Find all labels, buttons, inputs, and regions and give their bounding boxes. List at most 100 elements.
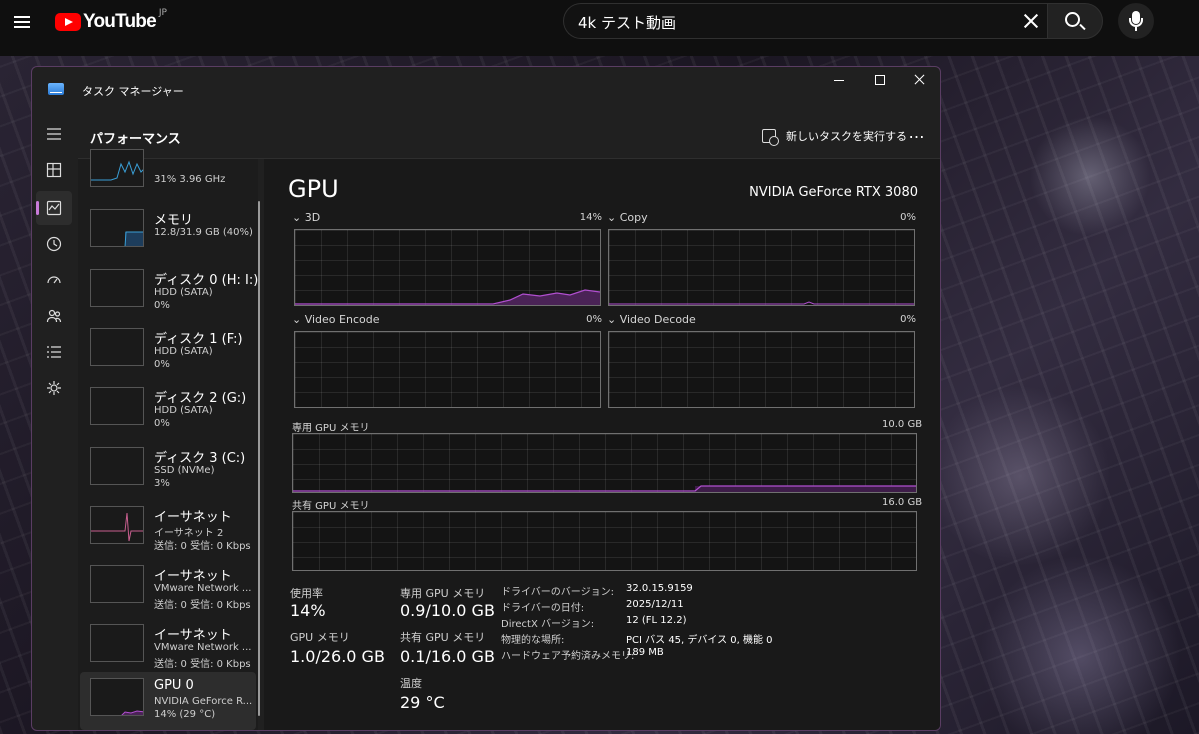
resource-name: イーサネット xyxy=(154,569,232,584)
more-options-button[interactable]: … xyxy=(904,125,930,146)
resource-usage: 送信: 0 受信: 0 Kbps xyxy=(154,659,251,670)
memory-thumbnail-graph xyxy=(90,209,144,247)
engine-dropdown-video-decode[interactable]: ⌄ Video Decode xyxy=(607,313,696,326)
resource-detail: VMware Network ... xyxy=(154,583,252,594)
resource-usage: 0% xyxy=(154,300,170,311)
navigation-rail xyxy=(32,113,78,730)
resource-detail: SSD (NVMe) xyxy=(154,465,215,476)
resource-detail: 31% 3.96 GHz xyxy=(154,174,226,185)
resource-list-scrollbar[interactable] xyxy=(258,201,260,716)
engine-percent: 0% xyxy=(900,314,916,325)
resource-item-ethernet-1[interactable]: イーサネット イーサネット 2 送信: 0 受信: 0 Kbps xyxy=(80,500,256,558)
startup-apps-icon xyxy=(47,276,61,284)
resource-usage: 0% xyxy=(154,418,170,429)
engine-dropdown-3d[interactable]: ⌄ 3D xyxy=(292,211,320,224)
resource-item-gpu-0[interactable]: GPU 0 NVIDIA GeForce R... 14% (29 °C) xyxy=(80,672,256,730)
resource-name: ディスク 3 (C:) xyxy=(154,451,246,466)
youtube-logo[interactable]: YouTube JP xyxy=(55,8,167,34)
search-button[interactable] xyxy=(1047,3,1103,39)
engine-percent: 0% xyxy=(586,314,602,325)
resource-item-disk-2[interactable]: ディスク 2 (G:) HDD (SATA) 0% xyxy=(80,381,256,439)
resource-item-disk-0[interactable]: ディスク 0 (H: I:) HDD (SATA) 0% xyxy=(80,263,259,321)
close-button[interactable] xyxy=(896,67,940,97)
engine-percent: 14% xyxy=(579,212,602,223)
search-icon xyxy=(1065,12,1080,27)
resource-item-memory[interactable]: メモリ 12.8/31.9 GB (40%) xyxy=(80,203,256,261)
resource-usage: 送信: 0 受信: 0 Kbps xyxy=(154,541,251,552)
shared-memory-label: 共有 GPU メモリ xyxy=(292,501,370,512)
resource-detail: NVIDIA GeForce R... xyxy=(154,696,253,707)
engine-dropdown-video-encode[interactable]: ⌄ Video Encode xyxy=(292,313,379,326)
search-input[interactable] xyxy=(578,12,998,32)
resource-item-ethernet-3[interactable]: イーサネット VMware Network ... 送信: 0 受信: 0 Kb… xyxy=(80,618,256,676)
resource-name: ディスク 0 (H: I:) xyxy=(154,273,259,288)
gpu-memory-value: 1.0/26.0 GB xyxy=(290,647,385,666)
resource-name: イーサネット xyxy=(154,510,232,525)
ethernet-thumbnail-graph xyxy=(90,624,144,662)
nav-processes[interactable] xyxy=(36,153,72,187)
hamburger-menu-button[interactable] xyxy=(36,117,72,151)
nav-startup-apps[interactable] xyxy=(36,263,72,297)
resource-item-disk-1[interactable]: ディスク 1 (F:) HDD (SATA) 0% xyxy=(80,322,256,380)
guide-menu-icon[interactable] xyxy=(10,10,34,34)
engine-label: 3D xyxy=(304,211,321,224)
performance-icon xyxy=(46,200,62,216)
run-new-task-label: 新しいタスクを実行する xyxy=(786,130,907,143)
voice-search-button[interactable] xyxy=(1118,3,1154,39)
driver-date-label: ドライバーの日付: xyxy=(501,603,585,614)
temperature-label: 温度 xyxy=(400,677,422,690)
gpu-memory-label: GPU メモリ xyxy=(290,631,350,644)
disk-thumbnail-graph xyxy=(90,328,144,366)
engine-graph-3d xyxy=(294,229,601,306)
driver-date-value: 2025/12/11 xyxy=(626,599,684,610)
gpu-model-name: NVIDIA GeForce RTX 3080 xyxy=(749,185,918,200)
resource-item-ethernet-2[interactable]: イーサネット VMware Network ... 送信: 0 受信: 0 Kb… xyxy=(80,559,256,617)
youtube-region-code: JP xyxy=(158,8,167,18)
nav-services[interactable] xyxy=(36,371,72,405)
app-history-icon xyxy=(46,236,62,252)
task-manager-window: タスク マネージャー パフォーマンス 新しいタスクを実行する … 31% 3.9… xyxy=(31,66,941,731)
engine-dropdown-copy[interactable]: ⌄ Copy xyxy=(607,211,648,224)
shared-memory-stat-value: 0.1/16.0 GB xyxy=(400,647,495,666)
shared-memory-max: 16.0 GB xyxy=(882,497,923,508)
resource-usage: 3% xyxy=(154,478,170,489)
resource-usage: 14% (29 °C) xyxy=(154,709,216,720)
nav-details[interactable] xyxy=(36,335,72,369)
engine-label: Copy xyxy=(619,211,648,224)
clear-search-icon[interactable] xyxy=(1018,9,1044,35)
users-icon xyxy=(46,309,62,323)
engine-percent: 0% xyxy=(900,212,916,223)
nav-app-history[interactable] xyxy=(36,227,72,261)
disk-thumbnail-graph xyxy=(90,447,144,485)
driver-version-value: 32.0.15.9159 xyxy=(626,583,693,594)
youtube-top-bar: YouTube JP xyxy=(0,0,1199,56)
shared-memory-stat-label: 共有 GPU メモリ xyxy=(400,631,486,644)
reserved-memory-value: 189 MB xyxy=(626,647,664,658)
hamburger-menu-icon xyxy=(47,128,61,140)
resource-item-disk-3[interactable]: ディスク 3 (C:) SSD (NVMe) 3% xyxy=(80,441,256,499)
reserved-memory-label: ハードウェア予約済みメモリ: xyxy=(501,651,635,662)
resource-detail: HDD (SATA) xyxy=(154,405,213,416)
resource-usage: 送信: 0 受信: 0 Kbps xyxy=(154,600,251,611)
engine-graph-video-decode xyxy=(608,331,915,408)
nav-users[interactable] xyxy=(36,299,72,333)
disk-thumbnail-graph xyxy=(90,387,144,425)
youtube-logo-text: YouTube xyxy=(83,11,157,32)
engine-graph-video-encode xyxy=(294,331,601,408)
directx-version-value: 12 (FL 12.2) xyxy=(626,615,687,626)
dedicated-memory-stat-value: 0.9/10.0 GB xyxy=(400,601,495,620)
search-box xyxy=(563,3,1047,39)
nav-performance[interactable] xyxy=(36,191,72,225)
shared-memory-graph xyxy=(292,511,917,571)
engine-graph-copy xyxy=(608,229,915,306)
cpu-thumbnail-graph xyxy=(90,149,144,187)
resource-item-cpu[interactable]: 31% 3.96 GHz xyxy=(80,143,256,201)
details-icon xyxy=(47,346,61,358)
resource-name: メモリ xyxy=(154,213,194,228)
run-new-task-button[interactable]: 新しいタスクを実行する xyxy=(762,126,907,146)
disk-thumbnail-graph xyxy=(90,269,144,307)
resource-list: 31% 3.96 GHz メモリ 12.8/31.9 GB (40%) ディスク… xyxy=(78,149,259,730)
temperature-value: 29 °C xyxy=(400,693,445,712)
title-bar[interactable]: タスク マネージャー xyxy=(32,67,940,113)
physical-location-value: PCI バス 45, デバイス 0, 機能 0 xyxy=(626,635,773,646)
